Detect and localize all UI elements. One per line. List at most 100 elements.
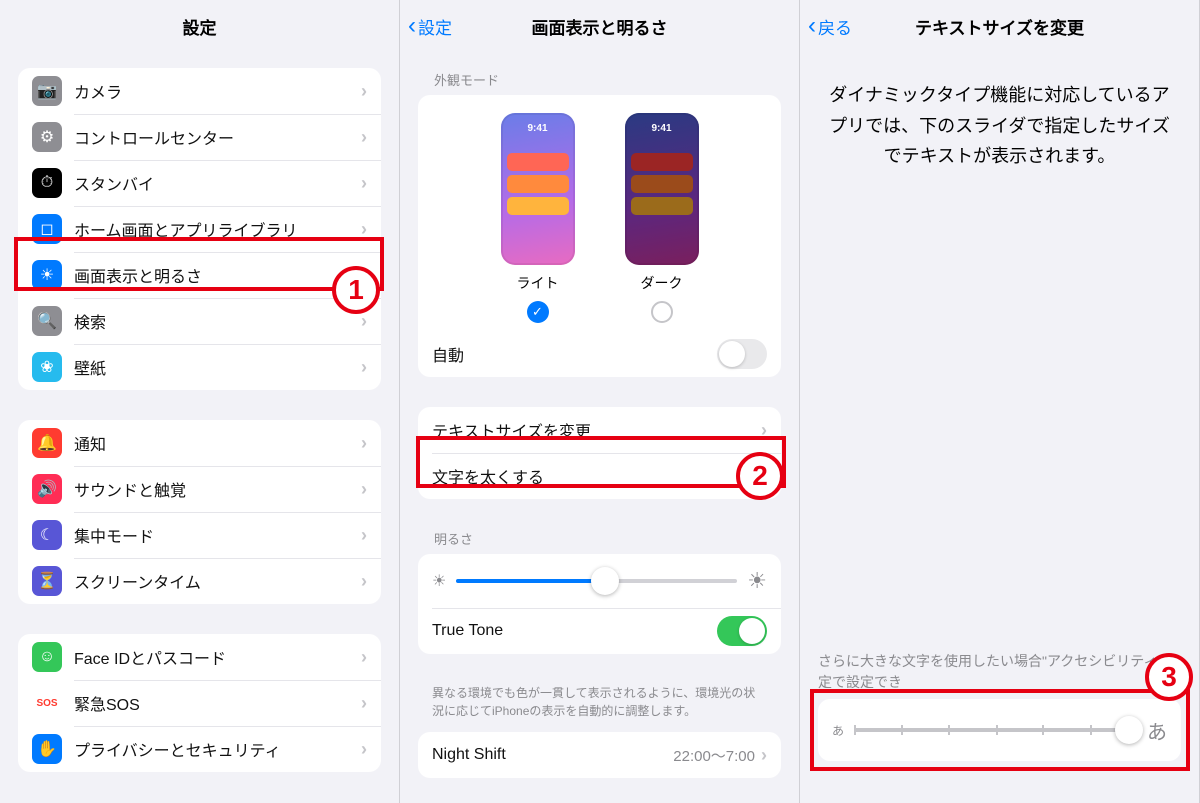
settings-row[interactable]: 🔊 サウンドと触覚› — [18, 466, 381, 512]
slider-label-large: あ — [1147, 716, 1167, 745]
chevron-right-icon: › — [761, 420, 767, 441]
row-label: ホーム画面とアプリライブラリ — [74, 217, 361, 241]
brightness-slider-thumb[interactable] — [591, 567, 619, 595]
row-icon: ⏳ — [32, 566, 62, 596]
page-title: 設定 — [183, 14, 217, 39]
brightness-group: ☀ ☀ True Tone — [418, 554, 781, 654]
row-icon: SOS — [32, 688, 62, 718]
row-label: コントロールセンター — [74, 125, 361, 149]
back-button[interactable]: ‹ 戻る — [808, 14, 852, 39]
row-icon: 🔔 — [32, 428, 62, 458]
row-icon: ⚙ — [32, 122, 62, 152]
row-icon: 🔍 — [32, 306, 62, 336]
navbar: 設定 — [0, 0, 399, 52]
chevron-right-icon: › — [361, 219, 367, 240]
chevron-right-icon: › — [361, 311, 367, 332]
night-shift-row[interactable]: Night Shift 22:00〜7:00 › — [418, 732, 781, 778]
bold-text-row: 文字を太くする — [418, 453, 781, 499]
brightness-header: 明るさ — [434, 529, 799, 548]
back-button[interactable]: ‹ 設定 — [408, 14, 452, 39]
dark-thumbnail: 9:41 — [625, 113, 699, 265]
chevron-right-icon: › — [361, 357, 367, 378]
chevron-right-icon: › — [361, 739, 367, 760]
chevron-left-icon: ‹ — [808, 14, 816, 38]
row-label: 検索 — [74, 309, 361, 333]
settings-row[interactable]: ◻ ホーム画面とアプリライブラリ› — [18, 206, 381, 252]
auto-appearance-switch[interactable] — [717, 339, 767, 369]
brightness-slider-row: ☀ ☀ — [418, 554, 781, 608]
row-label: 集中モード — [74, 523, 361, 547]
chevron-right-icon: › — [361, 265, 367, 286]
auto-appearance-row: 自動 — [418, 331, 781, 377]
chevron-right-icon: › — [361, 81, 367, 102]
appearance-group: 9:41 ライト ✓ 9:41 ダーク 自動 — [418, 95, 781, 377]
mode-dark-radio[interactable] — [651, 301, 673, 323]
page-title: 画面表示と明るさ — [532, 14, 668, 39]
text-size-slider-thumb[interactable] — [1115, 716, 1143, 744]
chevron-right-icon: › — [361, 525, 367, 546]
row-label: 画面表示と明るさ — [74, 263, 361, 287]
text-size-row[interactable]: テキストサイズを変更 › — [418, 407, 781, 453]
settings-row[interactable]: ⏱ スタンバイ› — [18, 160, 381, 206]
navbar: ‹ 戻る テキストサイズを変更 — [800, 0, 1199, 52]
settings-row[interactable]: ☺Face IDとパスコード› — [18, 634, 381, 680]
appearance-header: 外観モード — [434, 70, 799, 89]
row-label: Face IDとパスコード — [74, 645, 361, 669]
text-size-panel: ‹ 戻る テキストサイズを変更 ダイナミックタイプ機能に対応しているアプリでは、… — [800, 0, 1200, 803]
row-icon: ⏱ — [32, 168, 62, 198]
accessibility-note: さらに大きな文字を使用したい場合"アクセシビリティ"設定で設定でき — [800, 651, 1199, 699]
chevron-right-icon: › — [361, 173, 367, 194]
row-label: スタンバイ — [74, 171, 361, 195]
text-size-slider[interactable] — [854, 728, 1137, 732]
settings-row[interactable]: SOS緊急SOS› — [18, 680, 381, 726]
row-label: サウンドと触覚 — [74, 477, 361, 501]
settings-row[interactable]: ✋ プライバシーとセキュリティ› — [18, 726, 381, 772]
settings-row[interactable]: ❀ 壁紙› — [18, 344, 381, 390]
chevron-right-icon: › — [361, 571, 367, 592]
brightness-slider[interactable] — [456, 579, 737, 583]
settings-row[interactable]: ⏳ スクリーンタイム› — [18, 558, 381, 604]
settings-row[interactable]: 🔔通知› — [18, 420, 381, 466]
chevron-right-icon: › — [361, 479, 367, 500]
chevron-right-icon: › — [361, 693, 367, 714]
row-label: 壁紙 — [74, 355, 361, 379]
settings-row[interactable]: ⚙ コントロールセンター› — [18, 114, 381, 160]
row-icon: 📷 — [32, 76, 62, 106]
row-icon: 🔊 — [32, 474, 62, 504]
settings-row[interactable]: ☾ 集中モード› — [18, 512, 381, 558]
text-group: テキストサイズを変更 › 文字を太くする — [418, 407, 781, 499]
mode-dark[interactable]: 9:41 ダーク — [625, 113, 699, 323]
settings-row[interactable]: 🔍 検索› — [18, 298, 381, 344]
settings-root-panel: 設定 📷カメラ›⚙コントロールセンター›⏱スタンバイ›◻ホーム画面とアプリライブ… — [0, 0, 400, 803]
back-label: 設定 — [418, 14, 452, 39]
chevron-right-icon: › — [361, 127, 367, 148]
true-tone-row: True Tone — [418, 608, 781, 654]
row-label: 通知 — [74, 431, 361, 455]
settings-row[interactable]: ☀ 画面表示と明るさ› — [18, 252, 381, 298]
settings-row[interactable]: 📷 カメラ› — [18, 68, 381, 114]
chevron-right-icon: › — [761, 745, 767, 766]
row-label: プライバシーとセキュリティ — [74, 737, 361, 761]
row-label: カメラ — [74, 79, 361, 103]
dynamic-type-description: ダイナミックタイプ機能に対応しているアプリでは、下のスライダで指定したサイズでテ… — [800, 52, 1199, 200]
row-label: スクリーンタイム — [74, 569, 361, 593]
light-thumbnail: 9:41 — [501, 113, 575, 265]
back-label: 戻る — [818, 14, 852, 39]
row-icon: ☺ — [32, 642, 62, 672]
row-icon: ❀ — [32, 352, 62, 382]
sun-small-icon: ☀ — [432, 571, 446, 591]
row-icon: ☾ — [32, 520, 62, 550]
mode-dark-label: ダーク — [625, 273, 699, 293]
mode-light-radio[interactable]: ✓ — [527, 301, 549, 323]
mode-light-label: ライト — [501, 273, 575, 293]
mode-light[interactable]: 9:41 ライト ✓ — [501, 113, 575, 323]
page-title: テキストサイズを変更 — [915, 14, 1084, 39]
settings-group-3: ☺Face IDとパスコード›SOS緊急SOS›✋プライバシーとセキュリティ› — [18, 634, 381, 772]
row-icon: ☀ — [32, 260, 62, 290]
true-tone-switch[interactable] — [717, 616, 767, 646]
row-icon: ✋ — [32, 734, 62, 764]
settings-group-2: 🔔通知›🔊サウンドと触覚›☾集中モード›⏳スクリーンタイム› — [18, 420, 381, 604]
row-icon: ◻ — [32, 214, 62, 244]
appearance-mode-picker: 9:41 ライト ✓ 9:41 ダーク — [418, 95, 781, 331]
settings-group-1: 📷カメラ›⚙コントロールセンター›⏱スタンバイ›◻ホーム画面とアプリライブラリ›… — [18, 68, 381, 390]
